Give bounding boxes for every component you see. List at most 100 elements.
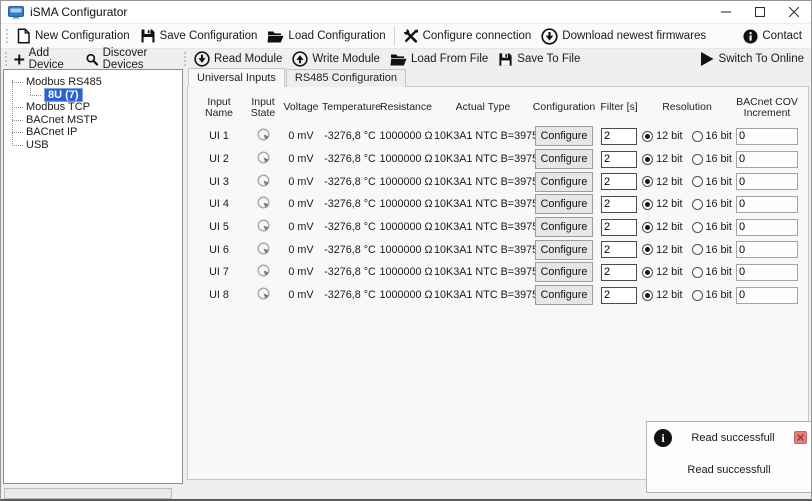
- bacnet-cov-input[interactable]: [736, 128, 798, 145]
- load-configuration-button[interactable]: Load Configuration: [262, 27, 390, 46]
- voltage-cell: 0 mV: [280, 221, 322, 233]
- resolution-radio-16bit[interactable]: 16 bit: [692, 130, 732, 142]
- radio-label: 16 bit: [706, 244, 732, 256]
- toolbar-separator: [394, 26, 395, 46]
- table-header-row: Input Name Input State Voltage Temperatu…: [192, 91, 808, 125]
- filter-input[interactable]: [601, 196, 637, 213]
- actual-type-cell: 10K3A1 NTC B=3975K: [434, 198, 532, 210]
- bacnet-cov-input[interactable]: [736, 287, 798, 304]
- configure-button[interactable]: Configure: [535, 172, 593, 192]
- notification-info-icon: i: [654, 429, 672, 447]
- radio-icon[interactable]: [642, 267, 653, 278]
- bacnet-cov-input[interactable]: [736, 196, 798, 213]
- bacnet-cov-input[interactable]: [736, 264, 798, 281]
- radio-icon[interactable]: [692, 176, 703, 187]
- read-module-button[interactable]: Read Module: [189, 49, 287, 69]
- tab-rs485-configuration[interactable]: RS485 Configuration: [286, 69, 406, 87]
- tree-item[interactable]: USB: [10, 139, 182, 152]
- input-state-cell: [246, 196, 280, 212]
- resolution-cell: 12 bit 16 bit: [642, 176, 732, 188]
- temperature-cell: -3276,8 °C: [322, 289, 378, 301]
- bacnet-cov-input[interactable]: [736, 241, 798, 258]
- configure-button[interactable]: Configure: [535, 285, 593, 305]
- radio-icon[interactable]: [692, 154, 703, 165]
- resolution-radio-12bit[interactable]: 12 bit: [642, 244, 682, 256]
- save-to-file-button[interactable]: Save To File: [493, 50, 585, 69]
- radio-label: 12 bit: [656, 130, 682, 142]
- new-configuration-button[interactable]: New Configuration: [11, 26, 135, 46]
- resolution-radio-12bit[interactable]: 12 bit: [642, 289, 682, 301]
- radio-icon[interactable]: [642, 222, 653, 233]
- tree-item[interactable]: BACnet IP: [10, 126, 182, 139]
- radio-icon[interactable]: [692, 199, 703, 210]
- save-configuration-button[interactable]: Save Configuration: [135, 26, 263, 46]
- configure-button[interactable]: Configure: [535, 149, 593, 169]
- bacnet-cov-input[interactable]: [736, 219, 798, 236]
- bacnet-cov-input[interactable]: [736, 173, 798, 190]
- filter-input[interactable]: [601, 264, 637, 281]
- tree-item[interactable]: BACnet MSTP: [10, 114, 182, 127]
- resolution-radio-16bit[interactable]: 16 bit: [692, 266, 732, 278]
- configure-button[interactable]: Configure: [535, 194, 593, 214]
- open-folder-icon: [267, 29, 284, 44]
- radio-icon[interactable]: [642, 176, 653, 187]
- configure-button[interactable]: Configure: [535, 240, 593, 260]
- tree-item[interactable]: Modbus RS485: [10, 76, 182, 89]
- maximize-button[interactable]: [743, 1, 777, 23]
- input-state-cell: [246, 219, 280, 235]
- resolution-radio-12bit[interactable]: 12 bit: [642, 266, 682, 278]
- tab-universal-inputs[interactable]: Universal Inputs: [188, 68, 285, 87]
- radio-icon[interactable]: [692, 290, 703, 301]
- load-from-file-button[interactable]: Load From File: [385, 50, 493, 69]
- actual-type-cell: 10K3A1 NTC B=3975K: [434, 130, 532, 142]
- radio-icon[interactable]: [692, 222, 703, 233]
- close-button[interactable]: [777, 1, 811, 23]
- toolbar-grip: [4, 27, 9, 45]
- resolution-radio-12bit[interactable]: 12 bit: [642, 176, 682, 188]
- resolution-radio-16bit[interactable]: 16 bit: [692, 153, 732, 165]
- minimize-button[interactable]: [709, 1, 743, 23]
- configure-button[interactable]: Configure: [535, 262, 593, 282]
- tree-item[interactable]: 8U (7): [10, 89, 182, 102]
- radio-icon[interactable]: [642, 244, 653, 255]
- bacnet-cov-input[interactable]: [736, 151, 798, 168]
- switch-to-online-button[interactable]: Switch To Online: [694, 49, 809, 69]
- write-upload-icon: [292, 51, 308, 67]
- radio-icon[interactable]: [642, 290, 653, 301]
- resolution-radio-12bit[interactable]: 12 bit: [642, 130, 682, 142]
- write-module-button[interactable]: Write Module: [287, 49, 385, 69]
- radio-icon[interactable]: [642, 199, 653, 210]
- radio-icon[interactable]: [692, 267, 703, 278]
- filter-input[interactable]: [601, 241, 637, 258]
- filter-input[interactable]: [601, 287, 637, 304]
- filter-input[interactable]: [601, 151, 637, 168]
- contact-button[interactable]: Contact: [738, 27, 807, 46]
- resolution-radio-12bit[interactable]: 12 bit: [642, 153, 682, 165]
- radio-label: 12 bit: [656, 289, 682, 301]
- configure-button[interactable]: Configure: [535, 126, 593, 146]
- resolution-radio-12bit[interactable]: 12 bit: [642, 198, 682, 210]
- configuration-cell: Configure: [532, 149, 596, 169]
- tree-item[interactable]: Modbus TCP: [10, 101, 182, 114]
- configure-button[interactable]: Configure: [535, 217, 593, 237]
- filter-input[interactable]: [601, 128, 637, 145]
- read-module-label: Read Module: [214, 53, 282, 65]
- radio-icon[interactable]: [642, 154, 653, 165]
- resistance-cell: 1000000 Ω: [378, 221, 434, 233]
- radio-icon[interactable]: [692, 131, 703, 142]
- resolution-radio-12bit[interactable]: 12 bit: [642, 221, 682, 233]
- radio-icon[interactable]: [692, 244, 703, 255]
- resolution-radio-16bit[interactable]: 16 bit: [692, 244, 732, 256]
- filter-input[interactable]: [601, 173, 637, 190]
- resolution-radio-16bit[interactable]: 16 bit: [692, 176, 732, 188]
- read-download-icon: [194, 51, 210, 67]
- download-firmwares-button[interactable]: Download newest firmwares: [536, 26, 711, 47]
- resolution-radio-16bit[interactable]: 16 bit: [692, 221, 732, 233]
- tree-item-label: Modbus TCP: [26, 101, 90, 113]
- configure-connection-button[interactable]: Configure connection: [398, 26, 537, 46]
- filter-input[interactable]: [601, 219, 637, 236]
- radio-icon[interactable]: [642, 131, 653, 142]
- notification-close-button[interactable]: [794, 431, 807, 444]
- resolution-radio-16bit[interactable]: 16 bit: [692, 289, 732, 301]
- resolution-radio-16bit[interactable]: 16 bit: [692, 198, 732, 210]
